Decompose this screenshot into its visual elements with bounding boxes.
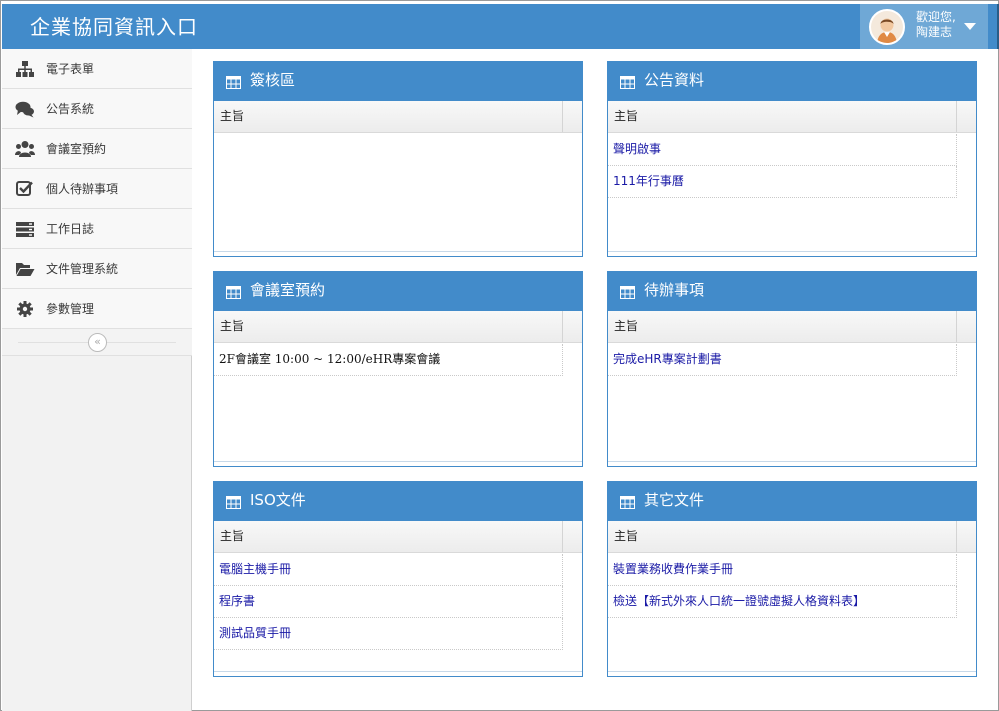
column-divider bbox=[956, 101, 957, 132]
panel-footer-line bbox=[608, 251, 976, 252]
row-link[interactable]: 完成eHR專案計劃書 bbox=[613, 352, 722, 367]
sidebar-item-work-log[interactable]: 工作日誌 bbox=[2, 209, 192, 249]
panel-announcements: 公告資料 主旨 聲明啟事 111年行事曆 bbox=[607, 61, 977, 257]
table-row[interactable]: 檢送【新式外來人口統一證號虛擬人格資料表】 bbox=[608, 586, 957, 618]
collapse-sidebar-button[interactable]: « bbox=[88, 333, 107, 352]
table-row[interactable]: 111年行事曆 bbox=[608, 166, 957, 198]
panel-other-documents: 其它文件 主旨 裝置業務收費作業手冊 檢送【新式外來人口統一證號虛擬人格資料表】 bbox=[607, 481, 977, 677]
column-header-subject[interactable]: 主旨 bbox=[214, 101, 582, 133]
column-header-subject[interactable]: 主旨 bbox=[214, 311, 582, 343]
table-icon bbox=[226, 284, 241, 299]
row-link[interactable]: 111年行事曆 bbox=[613, 174, 684, 189]
panel-title: 公告資料 bbox=[644, 71, 705, 89]
sidebar: 電子表單 公告系統 會議室預約 個人待辦事項 工作日誌 文件管理系統 參數管理 … bbox=[2, 49, 192, 711]
welcome-text: 歡迎您, 陶建志 bbox=[916, 10, 956, 40]
table-row[interactable]: 完成eHR專案計劃書 bbox=[608, 344, 957, 376]
panel-footer-line bbox=[608, 461, 976, 462]
sidebar-collapse-row: « bbox=[2, 329, 192, 356]
panel-title: 會議室預約 bbox=[250, 281, 326, 299]
sidebar-item-meeting-room[interactable]: 會議室預約 bbox=[2, 129, 192, 169]
top-header-bar: 企業協同資訊入口 歡迎您, 陶建志 bbox=[2, 4, 997, 49]
user-menu[interactable]: 歡迎您, 陶建志 bbox=[860, 4, 988, 49]
row-link[interactable]: 電腦主機手冊 bbox=[219, 562, 291, 577]
panel-header: 會議室預約 bbox=[213, 271, 583, 311]
row-link[interactable]: 程序書 bbox=[219, 594, 255, 609]
table-icon bbox=[620, 74, 635, 89]
table-icon bbox=[226, 74, 241, 89]
sidebar-item-label: 參數管理 bbox=[46, 302, 95, 316]
column-header-subject[interactable]: 主旨 bbox=[608, 521, 976, 553]
sidebar-item-announcements[interactable]: 公告系統 bbox=[2, 89, 192, 129]
sidebar-item-label: 電子表單 bbox=[46, 62, 95, 76]
comments-icon bbox=[15, 100, 35, 118]
column-header-label: 主旨 bbox=[220, 529, 245, 543]
column-header-subject[interactable]: 主旨 bbox=[608, 311, 976, 343]
column-divider bbox=[562, 521, 563, 552]
users-icon bbox=[15, 140, 35, 158]
panel-footer-line bbox=[214, 671, 582, 672]
panel-iso-documents: ISO文件 主旨 電腦主機手冊 程序書 測試品質手冊 bbox=[213, 481, 583, 677]
sidebar-item-label: 公告系統 bbox=[46, 102, 95, 116]
column-divider bbox=[562, 311, 563, 342]
sidebar-item-label: 文件管理系統 bbox=[46, 262, 119, 276]
row-link[interactable]: 聲明啟事 bbox=[613, 142, 661, 157]
panel-footer-line bbox=[214, 461, 582, 462]
panel-footer-line bbox=[214, 251, 582, 252]
column-header-label: 主旨 bbox=[614, 529, 639, 543]
panel-meeting-room: 會議室預約 主旨 2F會議室 10:00 ~ 12:00/eHR專案會議 bbox=[213, 271, 583, 467]
app-window: 企業協同資訊入口 歡迎您, 陶建志 電子表單 公告系統 會議室預約 個人待辦事項… bbox=[0, 0, 999, 711]
panel-header: ISO文件 bbox=[213, 481, 583, 521]
row-text: 2F會議室 10:00 ~ 12:00/eHR專案會議 bbox=[219, 352, 441, 366]
panel-header: 簽核區 bbox=[213, 61, 583, 101]
panel-todo: 待辦事項 主旨 完成eHR專案計劃書 bbox=[607, 271, 977, 467]
sidebar-item-label: 個人待辦事項 bbox=[46, 182, 119, 196]
panel-header: 其它文件 bbox=[607, 481, 977, 521]
sitemap-icon bbox=[15, 60, 35, 78]
table-icon bbox=[620, 284, 635, 299]
column-header-subject[interactable]: 主旨 bbox=[608, 101, 976, 133]
sidebar-item-document-management[interactable]: 文件管理系統 bbox=[2, 249, 192, 289]
panel-title: ISO文件 bbox=[250, 491, 306, 509]
caret-down-icon[interactable] bbox=[964, 23, 976, 30]
user-name: 陶建志 bbox=[916, 25, 953, 39]
table-icon bbox=[226, 494, 241, 509]
panel-footer-line bbox=[608, 671, 976, 672]
table-row[interactable]: 聲明啟事 bbox=[608, 134, 957, 166]
column-header-subject[interactable]: 主旨 bbox=[214, 521, 582, 553]
table-row[interactable]: 裝置業務收費作業手冊 bbox=[608, 554, 957, 586]
app-title: 企業協同資訊入口 bbox=[30, 15, 198, 39]
sidebar-item-e-forms[interactable]: 電子表單 bbox=[2, 49, 192, 89]
sidebar-item-label: 會議室預約 bbox=[46, 142, 107, 156]
panel-header: 公告資料 bbox=[607, 61, 977, 101]
panel-title: 其它文件 bbox=[644, 491, 705, 509]
panel-signoff: 簽核區 主旨 bbox=[213, 61, 583, 257]
column-divider bbox=[956, 311, 957, 342]
server-icon bbox=[15, 220, 35, 238]
table-row[interactable]: 程序書 bbox=[214, 586, 563, 618]
column-header-label: 主旨 bbox=[220, 319, 245, 333]
sidebar-item-label: 工作日誌 bbox=[46, 222, 95, 236]
gear-icon bbox=[15, 300, 35, 318]
column-header-label: 主旨 bbox=[614, 109, 639, 123]
table-icon bbox=[620, 494, 635, 509]
column-header-label: 主旨 bbox=[220, 109, 245, 123]
column-header-label: 主旨 bbox=[614, 319, 639, 333]
row-link[interactable]: 裝置業務收費作業手冊 bbox=[613, 562, 733, 577]
welcome-greeting: 歡迎您, bbox=[916, 10, 956, 24]
panel-title: 簽核區 bbox=[250, 71, 296, 89]
user-avatar-icon[interactable] bbox=[869, 9, 905, 45]
table-row[interactable]: 2F會議室 10:00 ~ 12:00/eHR專案會議 bbox=[214, 344, 563, 376]
panel-title: 待辦事項 bbox=[644, 281, 705, 299]
sidebar-item-parameters[interactable]: 參數管理 bbox=[2, 289, 192, 329]
sidebar-item-personal-todo[interactable]: 個人待辦事項 bbox=[2, 169, 192, 209]
row-link[interactable]: 測試品質手冊 bbox=[219, 626, 291, 641]
column-divider bbox=[956, 521, 957, 552]
panel-header: 待辦事項 bbox=[607, 271, 977, 311]
table-row[interactable]: 電腦主機手冊 bbox=[214, 554, 563, 586]
column-divider bbox=[562, 101, 563, 132]
row-link[interactable]: 檢送【新式外來人口統一證號虛擬人格資料表】 bbox=[613, 594, 865, 609]
table-row[interactable]: 測試品質手冊 bbox=[214, 618, 563, 650]
folder-open-icon bbox=[15, 260, 35, 278]
check-square-icon bbox=[15, 180, 35, 198]
